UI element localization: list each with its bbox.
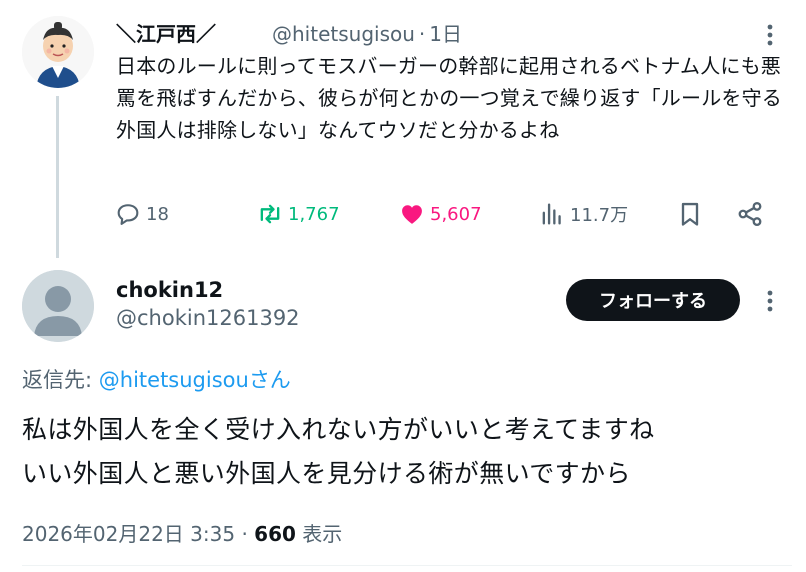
- bookmark-icon: [681, 202, 699, 226]
- separator: ·: [418, 22, 426, 46]
- retweet-icon: [260, 204, 280, 224]
- reply-to-suffix: さん: [248, 368, 291, 392]
- share-button[interactable]: [736, 196, 764, 232]
- reply-to-line: 返信先: @hitetsugisouさん: [22, 364, 291, 394]
- share-icon: [738, 201, 762, 227]
- reply-text-line: 私は外国人を全く受け入れない方がいいと考えてますね: [22, 415, 655, 444]
- mention-link[interactable]: @hitetsugisou: [99, 368, 249, 392]
- author-handle[interactable]: @hitetsugisou: [272, 22, 415, 46]
- bookmark-button[interactable]: [676, 196, 704, 232]
- separator: ·: [241, 522, 248, 546]
- more-options-icon[interactable]: [758, 22, 782, 48]
- views-count: 11.7万: [570, 205, 629, 226]
- reply-icon: [117, 204, 139, 225]
- reply-count: 18: [146, 203, 169, 225]
- retweet-button[interactable]: 1,767: [256, 196, 340, 232]
- tweet-text: 日本のルールに則ってモスバーガーの幹部に起用されるベトナム人にも悪罵を飛ばすんだ…: [116, 54, 782, 142]
- thread-line: [56, 96, 59, 258]
- tweet-time[interactable]: 1日: [429, 22, 462, 46]
- like-count: 5,607: [430, 203, 482, 225]
- reply-to-prefix: 返信先:: [22, 368, 99, 392]
- reply-button[interactable]: 18: [114, 196, 169, 232]
- reply-text-line: いい外国人と悪い外国人を見分ける術が無いですから: [22, 459, 631, 488]
- author-handle-line: @hitetsugisou · 1日: [272, 18, 462, 47]
- follow-button[interactable]: フォローする: [566, 279, 740, 321]
- retweet-count: 1,767: [288, 203, 340, 225]
- views-button[interactable]: 11.7万: [538, 196, 628, 232]
- avatar[interactable]: [22, 270, 94, 342]
- heart-icon: [402, 205, 422, 224]
- author-name[interactable]: chokin12: [116, 278, 223, 302]
- reply-text: 私は外国人を全く受け入れない方がいいと考えてますね いい外国人と悪い外国人を見分…: [22, 408, 792, 496]
- avatar[interactable]: [22, 16, 94, 88]
- author-name[interactable]: ＼江戸西／: [116, 18, 216, 47]
- tweet-actions: 18 1,767 5,607 11.7万: [110, 196, 790, 232]
- divider: [22, 565, 792, 566]
- views-label: 表示: [302, 522, 343, 546]
- like-button[interactable]: 5,607: [398, 196, 482, 232]
- analytics-icon: [542, 203, 561, 225]
- views-count: 660: [254, 522, 296, 546]
- default-avatar-icon: [22, 270, 94, 342]
- tweet-date[interactable]: 2026年02月22日 3:35: [22, 522, 235, 546]
- more-options-icon[interactable]: [758, 288, 782, 314]
- author-handle[interactable]: @chokin1261392: [116, 306, 300, 330]
- samurai-avatar-icon: [22, 16, 94, 88]
- tweet-meta: 2026年02月22日 3:35 · 660 表示: [22, 518, 342, 547]
